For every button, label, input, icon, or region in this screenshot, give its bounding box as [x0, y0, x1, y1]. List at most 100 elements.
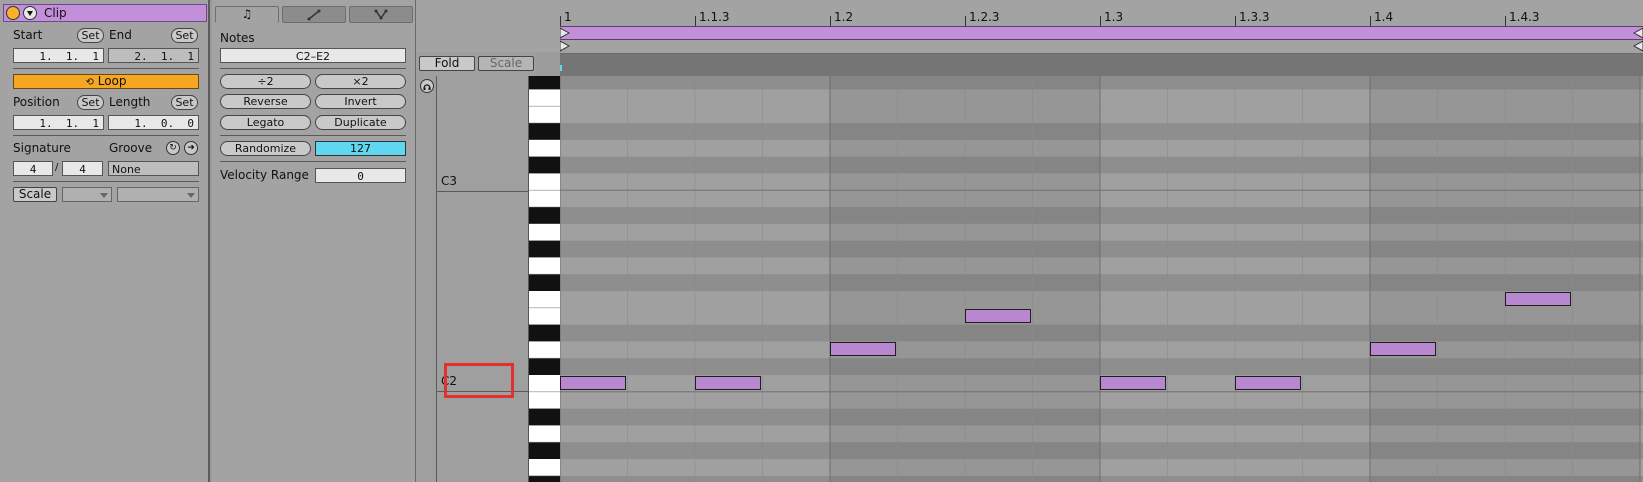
start-label: Start — [13, 28, 43, 42]
ruler-tick — [1100, 16, 1101, 26]
envelope-icon — [307, 9, 321, 21]
loop-end-icon — [1632, 27, 1643, 39]
scale-button[interactable]: Scale — [13, 187, 57, 202]
scale-name-select[interactable] — [117, 187, 199, 202]
end-marker-icon — [1632, 40, 1643, 52]
loop-button[interactable]: ⟲ Loop — [13, 74, 199, 89]
groove-select[interactable]: None — [108, 161, 199, 176]
randomize-button[interactable]: Randomize — [220, 141, 311, 156]
length-field[interactable]: 1. 0. 0 — [108, 115, 199, 130]
midi-note[interactable] — [560, 376, 626, 390]
beat-ruler[interactable]: 1 1.1.3 1.2 1.2.3 1.3 1.3.3 1.4 1.4.3 — [560, 0, 1643, 26]
black-key[interactable] — [529, 358, 561, 375]
signature-denominator[interactable]: 4 — [62, 161, 103, 176]
ruler-tick — [1505, 16, 1506, 26]
ruler-label: 1.4.3 — [1509, 10, 1540, 24]
velocity-range-field[interactable]: 0 — [315, 168, 406, 183]
note-grid[interactable] — [560, 76, 1643, 482]
clip-activator-icon[interactable] — [6, 6, 20, 20]
velocity-range-label: Velocity Range — [220, 168, 309, 182]
top-strip — [416, 0, 560, 52]
midi-note[interactable] — [1100, 376, 1166, 390]
scale-highlight-button[interactable]: Scale — [478, 56, 534, 71]
divider — [220, 68, 406, 69]
signature-label: Signature — [13, 141, 71, 155]
start-end-marker-bar[interactable] — [560, 40, 1643, 54]
key-label-column: Fold Scale C3 C2 — [416, 0, 560, 482]
divider — [220, 161, 406, 162]
groove-commit-icon[interactable]: ➜ — [184, 141, 198, 155]
black-key[interactable] — [529, 442, 561, 459]
branch-icon — [374, 9, 388, 20]
note-icon: ♫ — [241, 7, 253, 21]
chevron-down-icon — [100, 193, 108, 198]
start-marker-icon — [560, 40, 571, 52]
notes-title: Notes — [220, 31, 255, 45]
divider — [13, 135, 199, 136]
tab-mpe[interactable] — [349, 6, 413, 23]
end-label: End — [109, 28, 132, 42]
black-key[interactable] — [529, 76, 561, 90]
double-button[interactable]: ×2 — [315, 74, 406, 89]
clip-panel: Clip Start Set End Set 1. 1. 1 2. 1. 1 ⟲… — [0, 0, 210, 482]
tab-notes[interactable]: ♫ — [215, 6, 279, 23]
black-key[interactable] — [529, 475, 561, 482]
black-key[interactable] — [529, 123, 561, 140]
c3-line — [436, 191, 529, 192]
c2-highlight-box — [444, 363, 514, 398]
scale-root-select[interactable] — [62, 187, 112, 202]
midi-note[interactable] — [695, 376, 761, 390]
position-set-button[interactable]: Set — [77, 95, 104, 110]
midi-note[interactable] — [1235, 376, 1301, 390]
black-key[interactable] — [529, 240, 561, 258]
black-key[interactable] — [529, 324, 561, 342]
midi-note[interactable] — [1505, 292, 1571, 306]
velocity-field[interactable]: 127 — [315, 141, 406, 156]
divider — [13, 68, 199, 69]
position-label: Position — [13, 95, 60, 109]
divider — [13, 181, 199, 182]
fold-button[interactable]: Fold — [419, 56, 475, 71]
ruler-label: 1.3.3 — [1239, 10, 1270, 24]
position-field[interactable]: 1. 1. 1 — [13, 115, 104, 130]
midi-note[interactable] — [1370, 342, 1436, 357]
signature-numerator[interactable]: 4 — [13, 161, 53, 176]
midi-note[interactable] — [965, 308, 1031, 323]
black-key[interactable] — [529, 408, 561, 426]
reverse-button[interactable]: Reverse — [220, 94, 311, 109]
legato-button[interactable]: Legato — [220, 115, 311, 130]
clip-header: Clip — [3, 4, 207, 22]
tab-envelopes[interactable] — [282, 6, 346, 23]
groove-hotswap-icon[interactable]: ↻ — [166, 141, 180, 155]
length-set-button[interactable]: Set — [171, 95, 198, 110]
ruler-label: 1.2 — [834, 10, 854, 24]
groove-label: Groove — [109, 141, 153, 155]
midi-note[interactable] — [830, 342, 896, 357]
start-set-button[interactable]: Set — [77, 28, 104, 43]
loop-icon: ⟲ — [85, 77, 94, 88]
invert-button[interactable]: Invert — [315, 94, 406, 109]
ruler-tick — [560, 16, 561, 26]
black-key[interactable] — [529, 156, 561, 174]
preview-headphones-icon[interactable] — [420, 79, 434, 93]
black-key[interactable] — [529, 274, 561, 291]
ruler-tick — [1235, 16, 1236, 26]
start-field[interactable]: 1. 1. 1 — [13, 48, 104, 63]
notes-panel: ♫ Notes C2–E2 ÷2 ×2 Reverse Invert Legat… — [212, 0, 416, 482]
divider — [220, 135, 406, 136]
playhead-marker — [560, 65, 562, 71]
black-key[interactable] — [529, 207, 561, 224]
end-field[interactable]: 2. 1. 1 — [108, 48, 199, 63]
end-set-button[interactable]: Set — [171, 28, 198, 43]
halve-button[interactable]: ÷2 — [220, 74, 311, 89]
length-label: Length — [109, 95, 151, 109]
notes-range-field[interactable]: C2–E2 — [220, 48, 406, 63]
loop-brace[interactable] — [560, 26, 1643, 40]
signature-separator: / — [55, 162, 59, 173]
piano-keyboard[interactable] — [528, 76, 561, 482]
loop-start-icon — [560, 27, 571, 39]
chevron-down-icon[interactable] — [23, 6, 37, 20]
ruler-tick — [965, 16, 966, 26]
duplicate-button[interactable]: Duplicate — [315, 115, 406, 130]
velocity-strip — [560, 54, 1643, 76]
